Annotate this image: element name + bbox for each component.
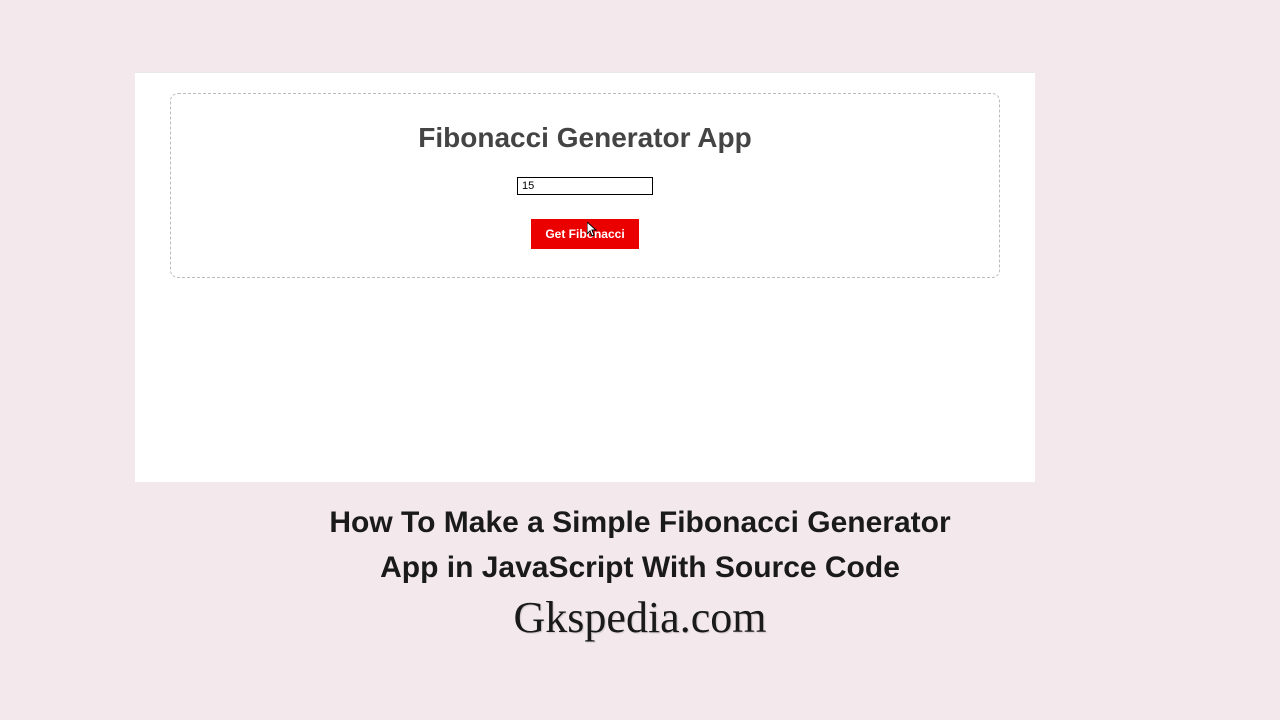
- article-title: How To Make a Simple Fibonacci Generator…: [300, 500, 980, 590]
- app-title: Fibonacci Generator App: [191, 122, 979, 154]
- site-name: Gkspedia.com: [0, 592, 1280, 643]
- app-container: Fibonacci Generator App Get Fibonacci: [170, 93, 1000, 278]
- app-window: Fibonacci Generator App Get Fibonacci: [135, 72, 1035, 482]
- article-section: How To Make a Simple Fibonacci Generator…: [0, 500, 1280, 643]
- fibonacci-number-input[interactable]: [517, 177, 653, 195]
- get-fibonacci-button[interactable]: Get Fibonacci: [531, 219, 638, 249]
